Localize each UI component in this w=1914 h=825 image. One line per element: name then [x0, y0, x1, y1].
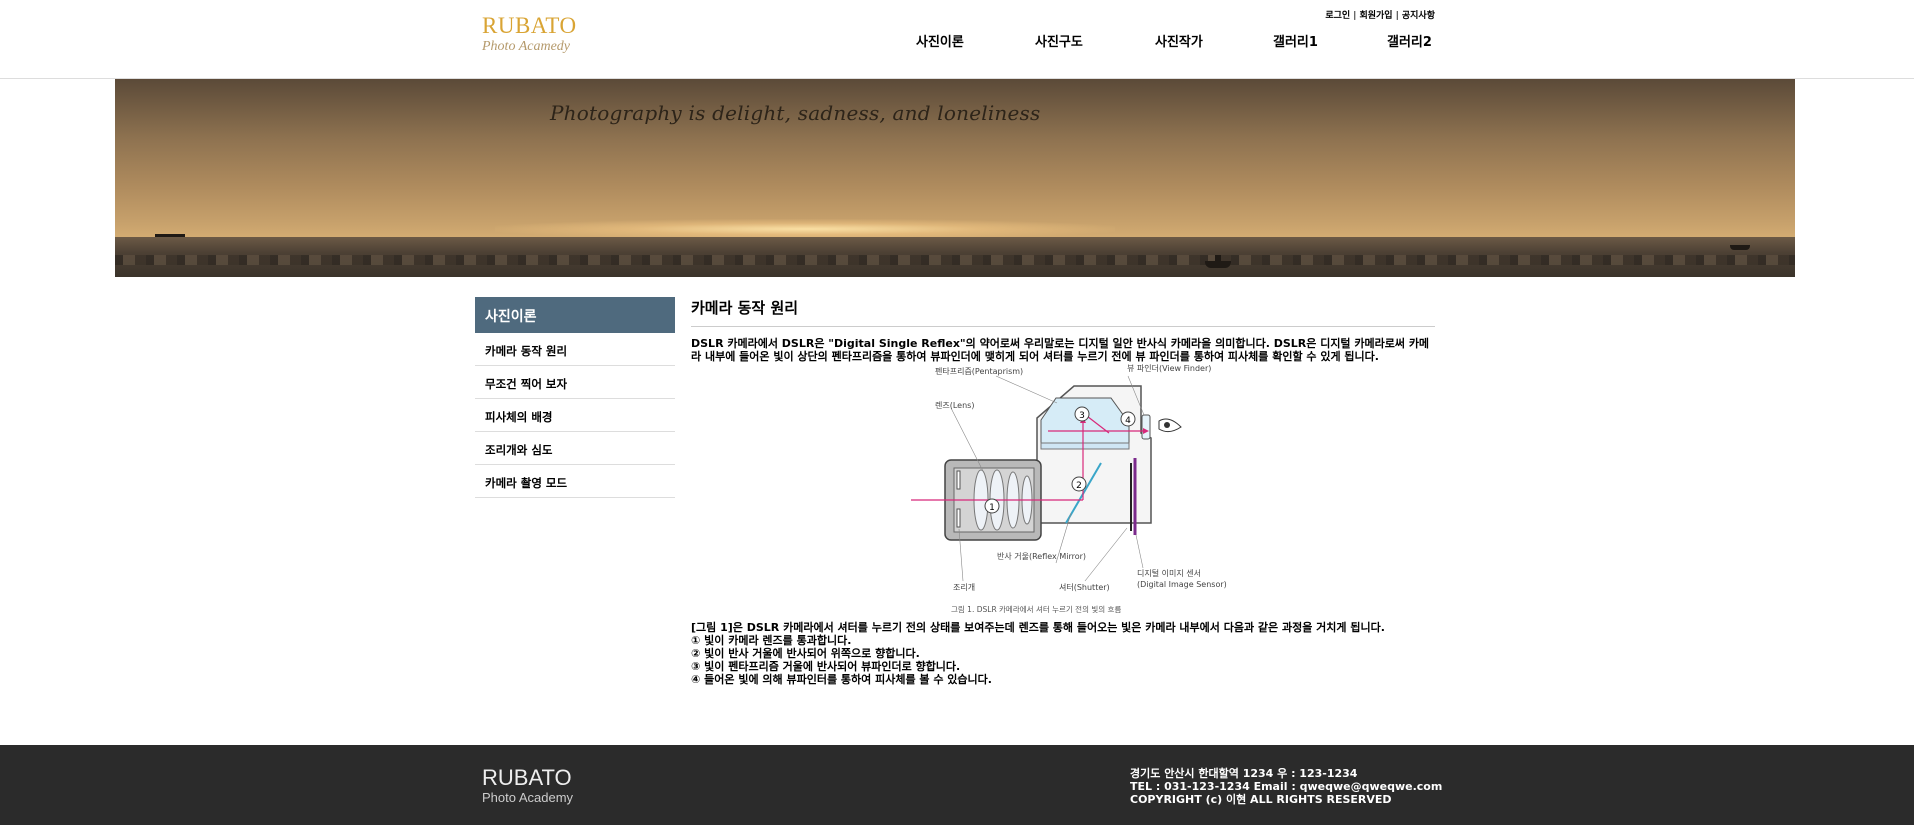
- boat-icon: [155, 234, 185, 237]
- main-content: 카메라 동작 원리 DSLR 카메라에서 DSLR은 "Digital Sing…: [691, 297, 1435, 686]
- description-step: ① 빛이 카메라 렌즈를 통과합니다.: [691, 634, 852, 647]
- leader-line: [995, 375, 1058, 404]
- page: RUBATO Photo Acamedy 로그인 | 회원가입 | 공지사항 사진이론 …: [0, 0, 1914, 825]
- marker-1-text: 1: [989, 503, 995, 513]
- sun-glow: [495, 219, 1115, 239]
- marker-1: 1: [984, 498, 1000, 514]
- marker-3: 3: [1074, 406, 1090, 422]
- aperture-blade: [956, 508, 961, 528]
- focus-screen: [1040, 442, 1130, 450]
- aperture-blade: [956, 470, 961, 490]
- nav-item-gallery2[interactable]: 갤러리2: [1387, 31, 1432, 50]
- sidebar-item-just-shoot[interactable]: 무조건 찍어 보자: [475, 366, 675, 399]
- boat-icon: [1205, 261, 1231, 268]
- leader-line: [1084, 527, 1128, 582]
- label-lens: 렌즈(Lens): [935, 400, 974, 410]
- footer-info: 경기도 안산시 한대할역 1234 우 : 123-1234 TEL : 031…: [1130, 767, 1442, 806]
- eye-pupil: [1164, 422, 1170, 428]
- description-step: ④ 들어온 빛에 의해 뷰파인터를 통하여 피사체를 볼 수 있습니다.: [691, 673, 992, 686]
- site-header: RUBATO Photo Acamedy 로그인 | 회원가입 | 공지사항 사진이론 …: [0, 0, 1914, 79]
- marker-2: 2: [1071, 476, 1087, 492]
- label-reflex-mirror: 반사 거울(Reflex Mirror): [997, 552, 1086, 561]
- eye-icon: [1158, 418, 1182, 433]
- util-separator: |: [1395, 11, 1399, 21]
- label-viewfinder: 뷰 파인더(View Finder): [1127, 363, 1211, 373]
- marker-4: 4: [1120, 411, 1136, 427]
- description-paragraph: [그림 1]은 DSLR 카메라에서 셔터를 누르기 전의 상태를 보여주는데 …: [691, 621, 1385, 634]
- description-step: ③ 빛이 펜타프리즘 거울에 반사되어 뷰파인더로 향합니다.: [691, 660, 961, 673]
- sidebar-item-aperture-depth[interactable]: 조리개와 심도: [475, 432, 675, 465]
- description: [그림 1]은 DSLR 카메라에서 셔터를 누르기 전의 상태를 보여주는데 …: [691, 621, 1435, 686]
- nav-item-photo-composition[interactable]: 사진구도: [1035, 31, 1083, 50]
- dslr-diagram-svg: 1 2 3 4 펜타프리즘(Pentaprism) 뷰 파인더(View Fin…: [911, 363, 1227, 592]
- sidebar-item-camera-principle[interactable]: 카메라 동작 원리: [475, 333, 675, 366]
- marker-2-text: 2: [1076, 481, 1082, 491]
- footer-copyright: COPYRIGHT (c) 이현 ALL RIGHTS RESERVED: [1130, 793, 1392, 806]
- banner-tagline: Photography is delight, sadness, and lon…: [550, 101, 1041, 125]
- label-shutter: 셔터(Shutter): [1059, 583, 1110, 592]
- sidebar: 사진이론 카메라 동작 원리 무조건 찍어 보자 피사체의 배경 조리개와 심도…: [475, 297, 675, 498]
- footer-logo-main: RUBATO: [482, 765, 572, 790]
- utility-links: 로그인 | 회원가입 | 공지사항: [1325, 8, 1435, 21]
- site-footer: RUBATO Photo Academy 경기도 안산시 한대할역 1234 우…: [0, 745, 1914, 825]
- label-aperture: 조리개: [953, 582, 975, 592]
- viewfinder-eyepiece: [1141, 414, 1151, 440]
- footer-logo-sub: Photo Academy: [482, 790, 574, 805]
- marker-3-text: 3: [1079, 411, 1085, 421]
- label-sensor-en: (Digital Image Sensor): [1137, 580, 1227, 589]
- nav-item-photographers[interactable]: 사진작가: [1155, 31, 1203, 50]
- shoreline: [115, 255, 1795, 265]
- sidebar-title: 사진이론: [475, 297, 675, 333]
- main-nav: 사진이론 사진구도 사진작가 갤러리1 갤러리2: [0, 31, 1914, 51]
- footer-address: 경기도 안산시 한대할역 1234 우 : 123-1234: [1130, 767, 1358, 780]
- nav-item-photo-theory[interactable]: 사진이론: [916, 31, 964, 50]
- footer-logo: RUBATO Photo Academy: [482, 765, 574, 806]
- login-link[interactable]: 로그인: [1325, 11, 1350, 21]
- marker-4-text: 4: [1125, 416, 1131, 426]
- util-separator: |: [1353, 11, 1357, 21]
- join-link[interactable]: 회원가입: [1359, 11, 1392, 21]
- sidebar-item-shooting-mode[interactable]: 카메라 촬영 모드: [475, 465, 675, 498]
- label-sensor: 디지털 이미지 센서: [1137, 568, 1201, 578]
- boat-icon: [1730, 245, 1750, 250]
- hero-banner: Photography is delight, sadness, and lon…: [115, 79, 1795, 277]
- description-step: ② 빛이 반사 거울에 반사되어 위쪽으로 향합니다.: [691, 647, 920, 660]
- label-pentaprism: 펜타프리즘(Pentaprism): [935, 367, 1023, 376]
- dslr-diagram: 1 2 3 4 펜타프리즘(Pentaprism) 뷰 파인더(View Fin…: [691, 363, 1435, 621]
- intro-paragraph: DSLR 카메라에서 DSLR은 "Digital Single Reflex"…: [691, 337, 1430, 363]
- page-title: 카메라 동작 원리: [691, 297, 1435, 327]
- nav-item-gallery1[interactable]: 갤러리1: [1273, 31, 1318, 50]
- notice-link[interactable]: 공지사항: [1402, 11, 1435, 21]
- footer-contact: TEL : 031-123-1234 Email : qweqwe@qweqwe…: [1130, 780, 1443, 793]
- leader-line: [1135, 534, 1144, 569]
- figure-caption: 그림 1. DSLR 카메라에서 셔터 누르기 전의 빛의 흐름: [951, 605, 1122, 614]
- sidebar-item-subject-background[interactable]: 피사체의 배경: [475, 399, 675, 432]
- boat-icon: [1215, 255, 1221, 261]
